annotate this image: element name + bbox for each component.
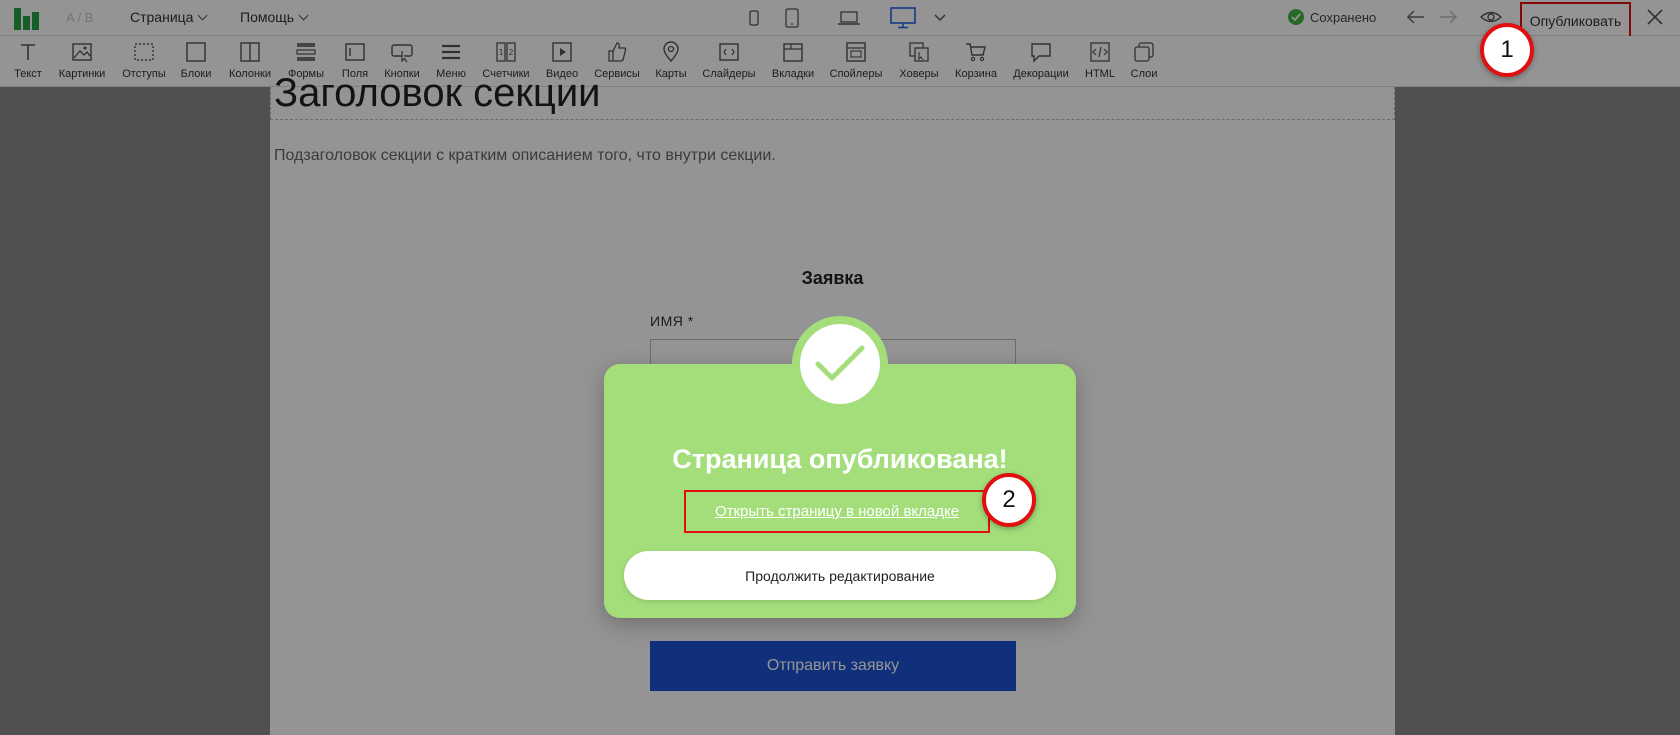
- step-badge-1: 1: [1480, 23, 1534, 77]
- continue-editing-button[interactable]: Продолжить редактирование: [624, 551, 1056, 600]
- success-check-icon: [800, 324, 880, 404]
- step-badge-2: 2: [982, 473, 1036, 527]
- dialog-title: Страница опубликована!: [672, 444, 1008, 474]
- open-page-new-tab-link[interactable]: Открыть страницу в новой вкладке: [684, 490, 990, 533]
